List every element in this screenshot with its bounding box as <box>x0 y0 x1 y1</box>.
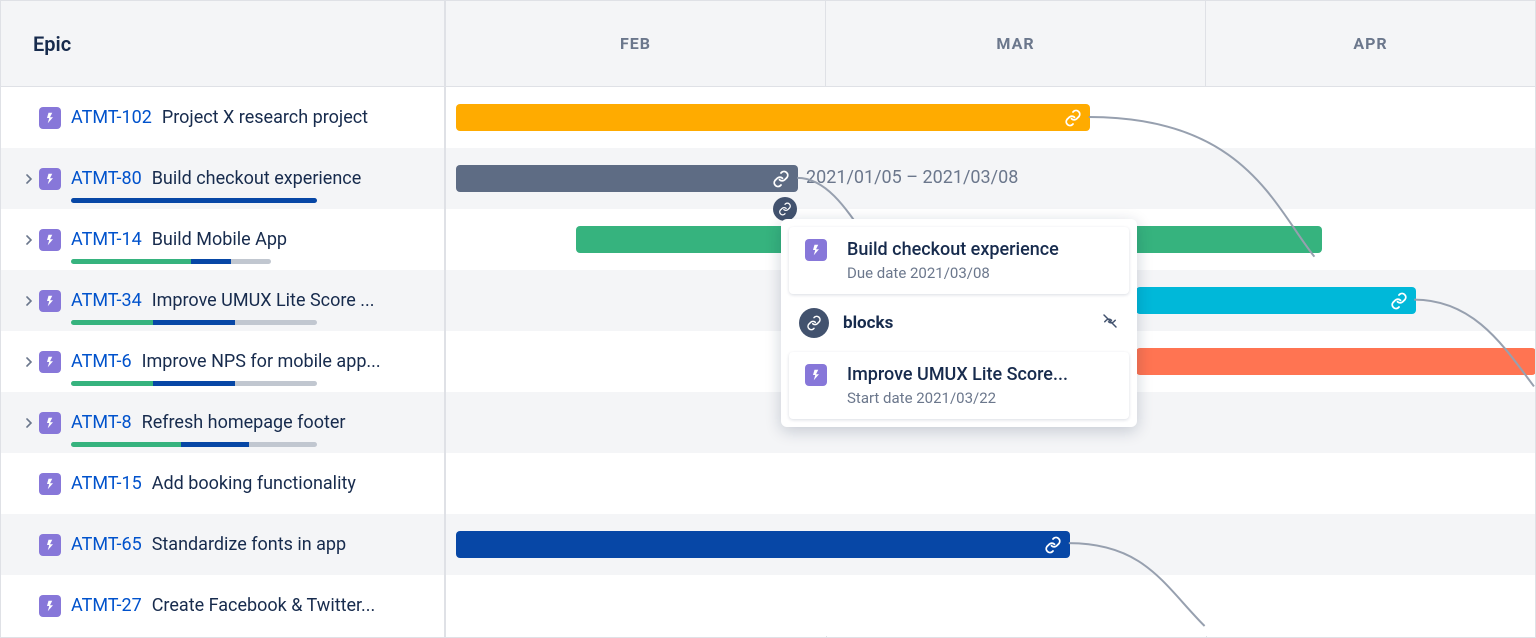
epic-key[interactable]: ATMT-14 <box>71 229 142 250</box>
epic-icon <box>39 290 61 312</box>
timeline-row: 2021/01/05 – 2021/03/08 <box>446 148 1535 209</box>
dependency-relation-label: blocks <box>843 313 893 333</box>
month-col-mar: MAR <box>826 1 1206 86</box>
epic-key[interactable]: ATMT-8 <box>71 412 132 433</box>
epic-icon <box>39 229 61 251</box>
epic-row[interactable]: ATMT-102 Project X research project <box>1 87 444 148</box>
epic-summary[interactable]: Improve UMUX Lite Score ... <box>152 290 375 311</box>
epic-summary[interactable]: Create Facebook & Twitter... <box>152 595 376 616</box>
epic-summary[interactable]: Build checkout experience <box>152 168 362 189</box>
epic-summary[interactable]: Standardize fonts in app <box>152 534 346 555</box>
progress-bar <box>71 381 317 386</box>
roadmap-view: Epic FEB MAR APR ATMT-102 Project X resea… <box>0 0 1536 638</box>
timeline-header: Epic FEB MAR APR <box>1 1 1535 87</box>
epic-icon <box>39 534 61 556</box>
roadmap-body: ATMT-102 Project X research project ATMT-8… <box>1 87 1535 638</box>
epic-key[interactable]: ATMT-80 <box>71 168 142 189</box>
epic-bar[interactable] <box>1136 287 1416 314</box>
timeline-row <box>446 514 1535 575</box>
epic-column-label: Epic <box>33 32 71 56</box>
epic-icon <box>39 473 61 495</box>
epic-bar[interactable] <box>1136 348 1535 375</box>
epic-bar[interactable] <box>456 531 1070 558</box>
dependency-from-title: Build checkout experience <box>847 239 1059 260</box>
epic-row[interactable]: ATMT-15 Add booking functionality <box>1 453 444 514</box>
expand-chevron-icon[interactable] <box>21 235 37 245</box>
epic-icon <box>805 364 827 386</box>
epic-summary[interactable]: Add booking functionality <box>152 473 356 494</box>
dependency-link-icon[interactable] <box>1388 290 1410 312</box>
timeline-row <box>446 575 1535 636</box>
expand-chevron-icon[interactable] <box>21 296 37 306</box>
bar-date-label: 2021/01/05 – 2021/03/08 <box>806 167 1018 188</box>
epic-icon <box>39 107 61 129</box>
dependency-from-card[interactable]: Build checkout experience Due date 2021/… <box>789 227 1129 294</box>
expand-chevron-icon[interactable] <box>21 357 37 367</box>
epic-row[interactable]: ATMT-8 Refresh homepage footer <box>1 392 444 453</box>
month-col-feb: FEB <box>446 1 826 86</box>
progress-bar <box>71 320 317 325</box>
expand-chevron-icon[interactable] <box>21 418 37 428</box>
dependency-link-icon[interactable] <box>1042 534 1064 556</box>
epic-summary[interactable]: Refresh homepage footer <box>142 412 346 433</box>
dependency-from-sub: Due date 2021/03/08 <box>847 264 1059 282</box>
epic-icon <box>39 168 61 190</box>
dependency-handle[interactable] <box>773 197 797 221</box>
expand-chevron-icon[interactable] <box>21 174 37 184</box>
dependency-to-card[interactable]: Improve UMUX Lite Score... Start date 20… <box>789 352 1129 419</box>
epic-key[interactable]: ATMT-65 <box>71 534 142 555</box>
progress-bar <box>71 259 271 264</box>
epic-icon <box>39 595 61 617</box>
unlink-button[interactable] <box>1101 312 1119 334</box>
epic-row[interactable]: ATMT-27 Create Facebook & Twitter... <box>1 575 444 636</box>
epic-summary[interactable]: Project X research project <box>162 107 368 128</box>
epic-icon <box>39 351 61 373</box>
dependency-to-title: Improve UMUX Lite Score... <box>847 364 1068 385</box>
timeline-area[interactable]: 2021/01/05 – 2021/03/08 Build checkout e… <box>446 87 1535 638</box>
epic-key[interactable]: ATMT-6 <box>71 351 132 372</box>
epic-bar[interactable] <box>456 104 1090 131</box>
link-icon <box>799 308 829 338</box>
dependency-to-sub: Start date 2021/03/22 <box>847 389 1068 407</box>
month-col-apr: APR <box>1206 1 1535 86</box>
dependency-link-icon[interactable] <box>1062 107 1084 129</box>
epic-summary[interactable]: Improve NPS for mobile app... <box>142 351 381 372</box>
epic-key[interactable]: ATMT-34 <box>71 290 142 311</box>
progress-bar <box>71 442 317 447</box>
epic-key[interactable]: ATMT-15 <box>71 473 142 494</box>
epic-key[interactable]: ATMT-27 <box>71 595 142 616</box>
epic-icon <box>39 412 61 434</box>
epic-key[interactable]: ATMT-102 <box>71 107 152 128</box>
epic-row[interactable]: ATMT-34 Improve UMUX Lite Score ... <box>1 270 444 331</box>
dependency-popover: Build checkout experience Due date 2021/… <box>781 219 1137 427</box>
epic-row[interactable]: ATMT-65 Standardize fonts in app <box>1 514 444 575</box>
dependency-link-icon[interactable] <box>770 168 792 190</box>
epic-row[interactable]: ATMT-6 Improve NPS for mobile app... <box>1 331 444 392</box>
epic-summary[interactable]: Build Mobile App <box>152 229 287 250</box>
timeline-row <box>446 453 1535 514</box>
epic-row[interactable]: ATMT-80 Build checkout experience <box>1 148 444 209</box>
progress-bar <box>71 198 317 203</box>
epic-row[interactable]: ATMT-14 Build Mobile App <box>1 209 444 270</box>
epic-icon <box>805 239 827 261</box>
dependency-relation-row: blocks <box>789 300 1129 346</box>
epic-list: ATMT-102 Project X research project ATMT-8… <box>1 87 446 638</box>
epic-bar[interactable] <box>456 165 798 192</box>
timeline-row <box>446 87 1535 148</box>
months-header: FEB MAR APR <box>446 1 1535 86</box>
epic-column-header: Epic <box>1 1 446 86</box>
